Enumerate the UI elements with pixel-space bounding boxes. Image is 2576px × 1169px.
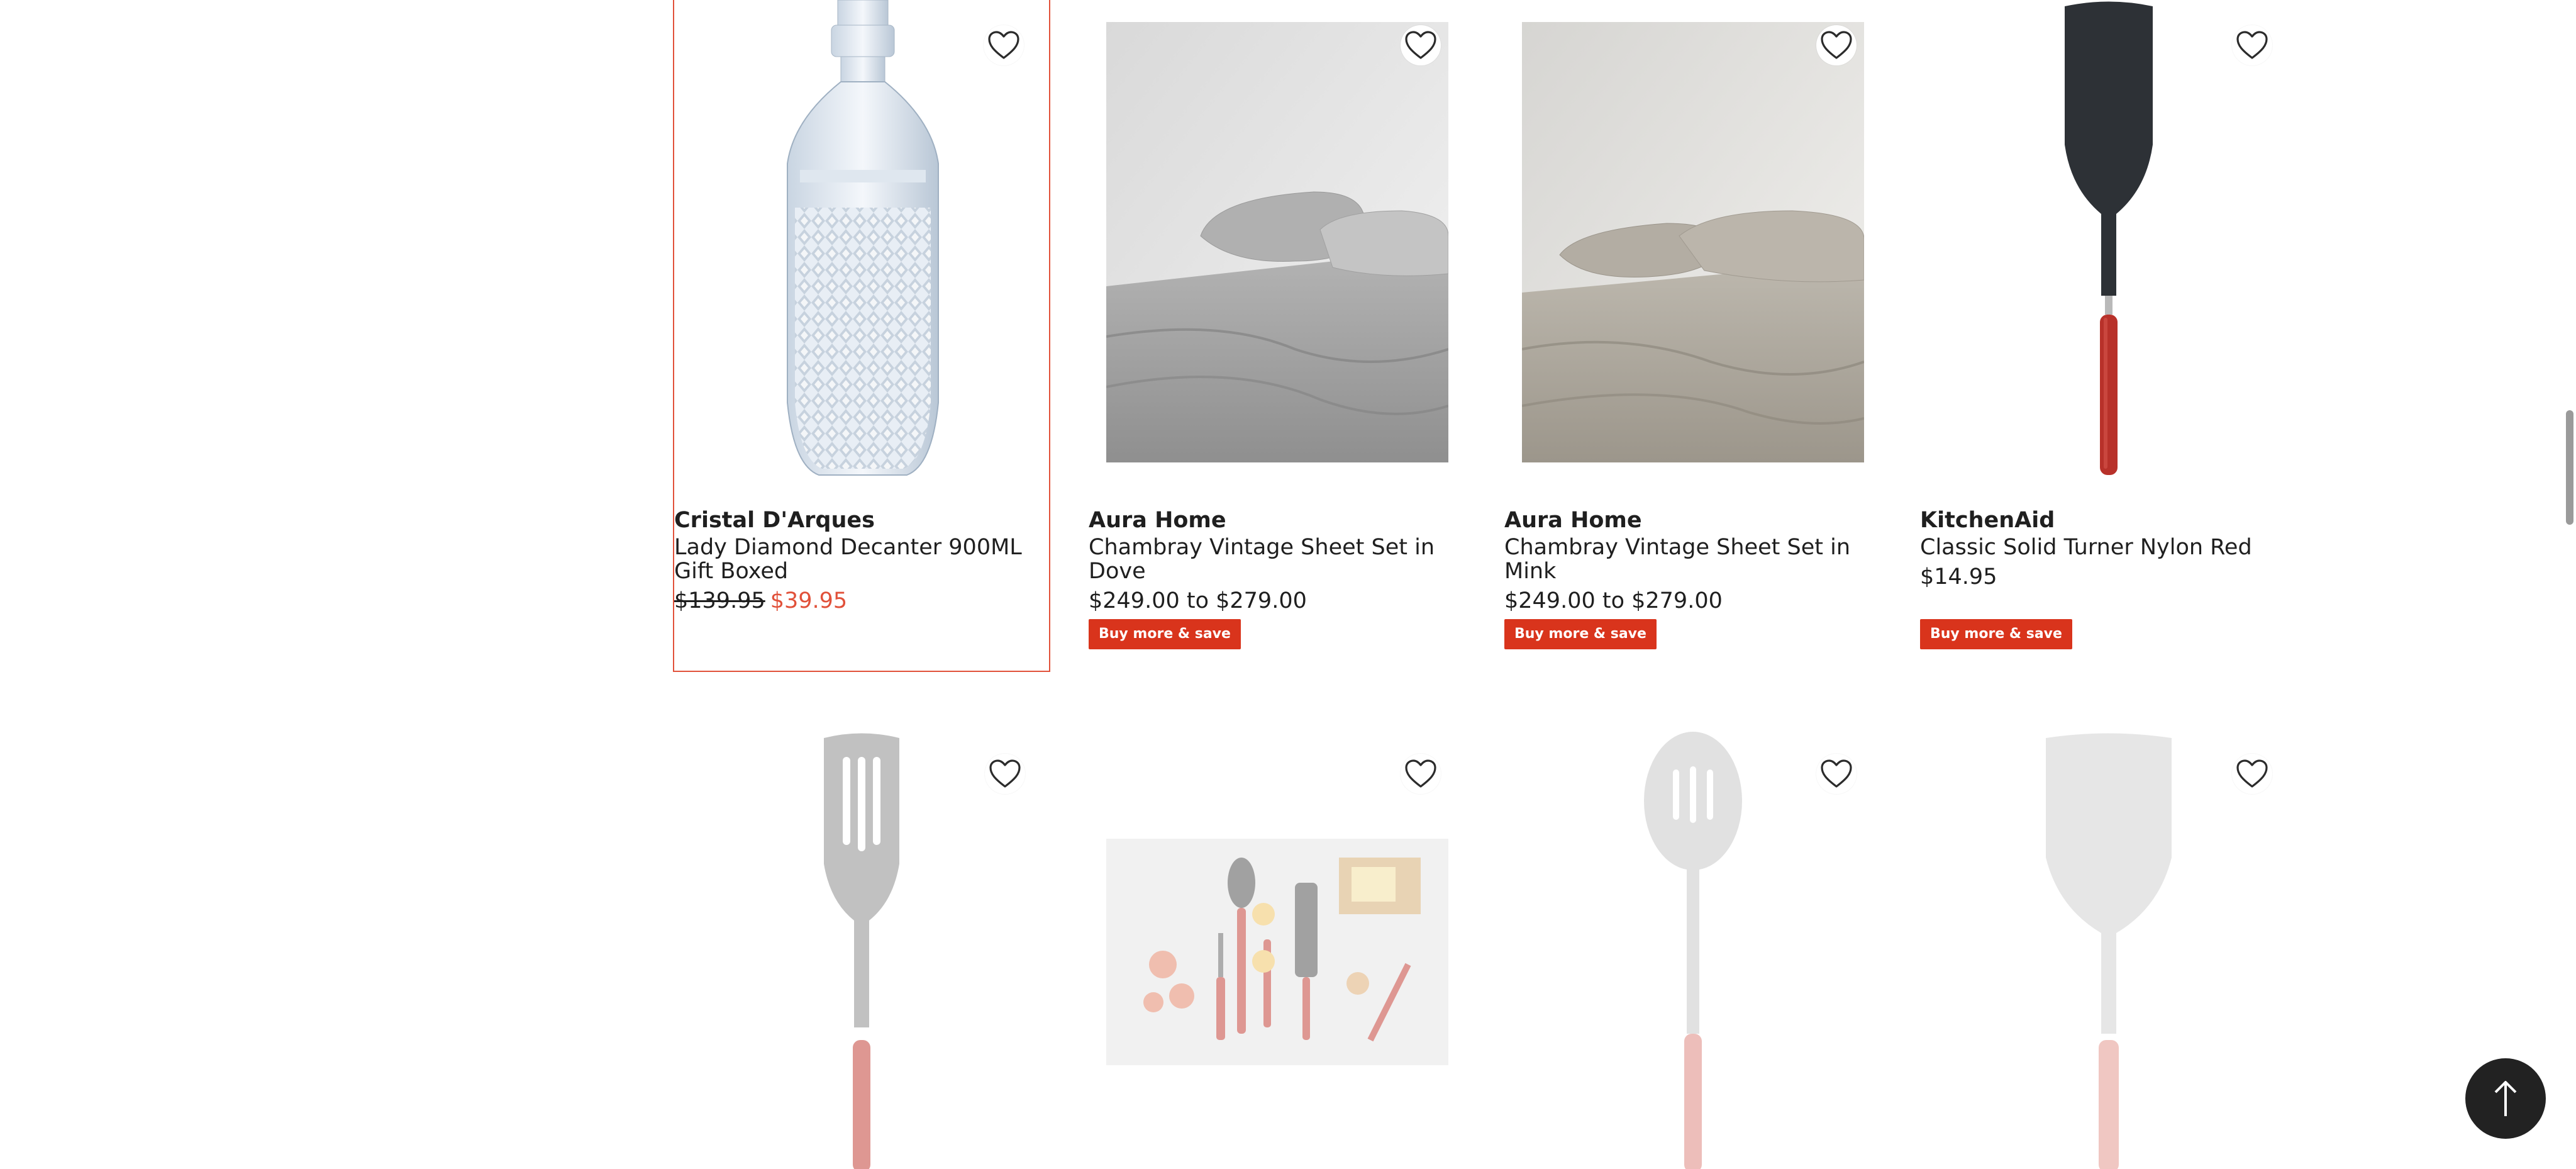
buy-more-save-badge[interactable]: Buy more & save: [1089, 619, 1241, 649]
favourite-button[interactable]: [1401, 25, 1441, 65]
slotted-spoon-image: [1644, 732, 1742, 1169]
sale-price: $39.95: [770, 588, 848, 613]
product-name[interactable]: Chambray Vintage Sheet Set in Dove: [1089, 535, 1466, 583]
product-price: $139.95 $39.95: [674, 587, 1052, 615]
product-image-sheet-mink[interactable]: [1504, 0, 1882, 484]
product-info: KitchenAid Classic Solid Turner Nylon Re…: [1920, 506, 2297, 591]
arrow-up-icon: [2494, 1081, 2517, 1116]
product-card-slotted-spoon[interactable]: [1504, 732, 1882, 1169]
was-price: $139.95: [674, 588, 765, 613]
product-brand[interactable]: Aura Home: [1504, 506, 1882, 534]
product-image-decanter[interactable]: [674, 0, 1052, 484]
product-card-utensil-set[interactable]: [1089, 732, 1466, 1169]
buy-more-save-badge[interactable]: Buy more & save: [1920, 619, 2072, 649]
product-image-slotted-turner[interactable]: [673, 732, 1050, 1169]
back-to-top-button[interactable]: [2465, 1058, 2546, 1139]
product-brand[interactable]: Cristal D'Arques: [674, 506, 1052, 534]
favourite-button[interactable]: [1401, 754, 1441, 794]
heart-outline-icon: [1405, 759, 1436, 788]
bed-sheet-image: [1106, 22, 1448, 462]
product-image-slotted-spoon[interactable]: [1504, 732, 1882, 1169]
turner-image: [2065, 1, 2153, 475]
product-card-sheet-dove[interactable]: Aura Home Chambray Vintage Sheet Set in …: [1089, 0, 1466, 672]
product-price: $249.00 to $279.00: [1504, 588, 1723, 613]
heart-outline-icon: [989, 759, 1021, 788]
product-card-sheet-mink[interactable]: Aura Home Chambray Vintage Sheet Set in …: [1504, 0, 1882, 672]
product-listing-page: Cristal D'Arques Lady Diamond Decanter 9…: [0, 0, 2576, 1169]
favourite-button[interactable]: [2232, 25, 2272, 65]
product-brand[interactable]: KitchenAid: [1920, 506, 2297, 534]
product-name[interactable]: Classic Solid Turner Nylon Red: [1920, 535, 2297, 559]
favourite-button[interactable]: [1816, 754, 1857, 794]
favourite-button[interactable]: [984, 25, 1024, 65]
scrollbar-thumb[interactable]: [2566, 410, 2573, 525]
bed-sheet-image: [1522, 22, 1864, 462]
product-image-turner[interactable]: [1920, 0, 2297, 484]
heart-outline-icon: [1821, 759, 1852, 788]
product-image-sheet-dove[interactable]: [1089, 0, 1466, 484]
product-card-spatula[interactable]: [1920, 732, 2297, 1169]
heart-outline-icon: [2236, 31, 2268, 59]
product-card-decanter[interactable]: Cristal D'Arques Lady Diamond Decanter 9…: [673, 0, 1050, 672]
product-grid: Cristal D'Arques Lady Diamond Decanter 9…: [673, 0, 2308, 1169]
heart-outline-icon: [2236, 759, 2268, 788]
utensil-set-image: [1106, 839, 1448, 1065]
product-info: Aura Home Chambray Vintage Sheet Set in …: [1089, 506, 1466, 615]
favourite-button[interactable]: [2232, 754, 2272, 794]
heart-outline-icon: [988, 31, 1019, 59]
favourite-button[interactable]: [985, 754, 1025, 794]
favourite-button[interactable]: [1816, 25, 1857, 65]
heart-outline-icon: [1405, 31, 1436, 59]
buy-more-save-badge[interactable]: Buy more & save: [1504, 619, 1657, 649]
product-name[interactable]: Lady Diamond Decanter 900ML Gift Boxed: [674, 535, 1052, 583]
product-card-turner[interactable]: KitchenAid Classic Solid Turner Nylon Re…: [1920, 0, 2297, 672]
heart-outline-icon: [1821, 31, 1852, 59]
product-image-spatula[interactable]: [1920, 732, 2297, 1169]
spatula-image: [2046, 733, 2172, 1169]
product-image-utensil-set[interactable]: [1089, 732, 1466, 1169]
product-card-slotted-turner[interactable]: [673, 732, 1050, 1169]
product-name[interactable]: Chambray Vintage Sheet Set in Mink: [1504, 535, 1882, 583]
slotted-turner-image: [824, 733, 899, 1169]
product-info: Aura Home Chambray Vintage Sheet Set in …: [1504, 506, 1882, 615]
product-price: $249.00 to $279.00: [1089, 588, 1307, 613]
decanter-image: [787, 0, 939, 476]
product-price: $14.95: [1920, 564, 1997, 590]
product-info: Cristal D'Arques Lady Diamond Decanter 9…: [674, 506, 1052, 615]
product-brand[interactable]: Aura Home: [1089, 506, 1466, 534]
